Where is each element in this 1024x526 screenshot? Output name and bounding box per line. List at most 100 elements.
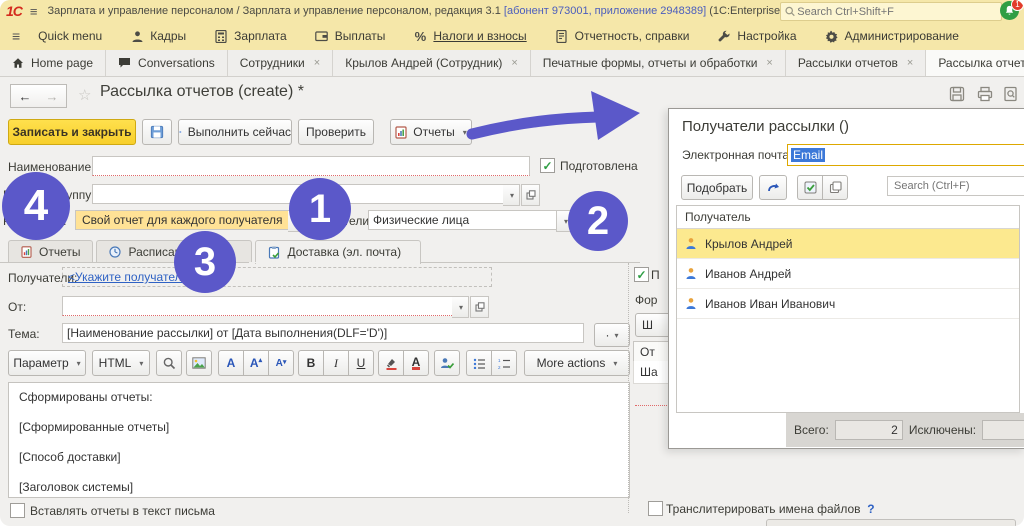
highlight-icon — [385, 357, 398, 370]
forward-button[interactable]: → — [38, 84, 67, 108]
save-button[interactable] — [142, 119, 172, 145]
app-title-product: (1С:Enterprise) — [709, 5, 784, 17]
recipient-row[interactable]: Крылов Андрей — [677, 229, 1019, 259]
numbered-list-button[interactable]: 12 — [491, 350, 517, 376]
check-button[interactable]: Проверить — [298, 119, 374, 145]
highlight-color-button[interactable] — [378, 350, 403, 376]
bullet-list-button[interactable] — [466, 350, 491, 376]
dialog-search[interactable] — [887, 176, 1024, 196]
font-decrease-button[interactable]: A▾ — [268, 350, 294, 376]
person-icon — [685, 237, 697, 250]
pick-button[interactable]: Подобрать — [681, 175, 753, 200]
email-input[interactable]: Email — [787, 144, 1024, 166]
parameter-menu-button[interactable]: Параметр▾ — [8, 350, 86, 376]
tab-rassylki-otchetov[interactable]: Рассылки отчетов× — [786, 50, 926, 76]
find-button[interactable] — [156, 350, 182, 376]
global-search[interactable] — [780, 2, 1002, 21]
search-icon — [785, 6, 795, 17]
name-field-input[interactable] — [92, 156, 530, 176]
menu-item-administrirovanie[interactable]: Администрирование — [825, 29, 959, 43]
group-choose-button[interactable] — [521, 184, 540, 206]
print-icon[interactable] — [976, 85, 994, 103]
prepared-checkbox[interactable]: ✓ — [540, 158, 555, 173]
tab-sotrudniki[interactable]: Сотрудники× — [228, 50, 333, 76]
group-dropdown-button[interactable]: ▾ — [503, 184, 520, 206]
italic-button[interactable]: I — [323, 350, 348, 376]
menu-item-zarplata[interactable]: Зарплата — [214, 29, 287, 43]
save-and-close-button[interactable]: Записать и закрыть — [8, 119, 136, 145]
menu-item-nastroika[interactable]: Настройка — [717, 29, 796, 43]
tab-home-page[interactable]: Home page — [0, 50, 106, 76]
tab-dostavka-email[interactable]: Доставка (эл. почта) — [255, 240, 421, 264]
menu-item-otchetnost[interactable]: Отчетность, справки — [555, 29, 690, 43]
menu-item-quick-menu[interactable]: Quick menu — [38, 29, 102, 43]
close-tab-icon[interactable]: × — [907, 57, 913, 69]
subject-field-input[interactable] — [62, 323, 584, 343]
menu-item-nalogi[interactable]: % Налоги и взносы — [413, 29, 526, 43]
tab-krylov-andrey[interactable]: Крылов Андрей (Сотрудник)× — [333, 50, 531, 76]
refresh-arrow-button[interactable] — [759, 175, 787, 200]
preview-icon[interactable] — [1002, 85, 1020, 103]
message-body-editor[interactable]: Сформированы отчеты: [Сформированные отч… — [8, 382, 630, 498]
run-now-button[interactable]: Выполнить сейчас — [178, 119, 292, 145]
recipients-type-value[interactable]: Физические лица — [368, 210, 558, 230]
total-label: Всего: — [794, 423, 829, 437]
sections-menu-icon[interactable]: ≡ — [12, 28, 20, 44]
body-line: [Дата выполнения(DLF='DD')] — [19, 495, 619, 498]
close-tab-icon[interactable]: × — [766, 57, 772, 69]
bold-button[interactable]: B — [298, 350, 323, 376]
recipient-column-header[interactable]: Получатель — [677, 206, 1019, 229]
from-field-input[interactable] — [62, 296, 454, 316]
excluded-label: Исключены: — [909, 423, 976, 437]
back-button[interactable]: ← — [10, 84, 40, 108]
insert-reports-checkbox[interactable] — [10, 503, 25, 518]
clear-flags-button[interactable] — [822, 175, 848, 200]
recipient-row[interactable]: Иванов Иван Иванович — [677, 289, 1019, 319]
help-icon[interactable]: ? — [867, 502, 874, 516]
recipients-dialog: Получатели рассылки () Электронная почта… — [668, 108, 1024, 449]
annotation-circle-3: 3 — [174, 231, 236, 293]
html-mode-button[interactable]: HTML▾ — [92, 350, 150, 376]
prepared-label: Подготовлена — [560, 159, 638, 173]
forward-icon: → — [46, 89, 59, 104]
menu-item-vyplaty[interactable]: Выплаты — [315, 29, 386, 43]
tab-otchety[interactable]: Отчеты — [8, 240, 93, 263]
check-spelling-button[interactable] — [434, 350, 460, 376]
body-line: [Заголовок системы] — [19, 480, 619, 495]
report-column-header-clipped: От — [633, 341, 669, 363]
font-button[interactable]: A — [218, 350, 243, 376]
tab-conversations[interactable]: Conversations — [106, 50, 228, 76]
dialog-search-input[interactable] — [892, 179, 1020, 193]
clipped-checkbox-label: П — [651, 268, 660, 282]
send-mode-value[interactable]: Свой отчет для каждого получателя — [75, 210, 289, 230]
font-increase-button[interactable]: A▴ — [243, 350, 268, 376]
from-choose-button[interactable] — [470, 296, 489, 318]
set-flags-button[interactable] — [797, 175, 822, 200]
favorite-star-icon[interactable]: ☆ — [78, 86, 91, 104]
underline-button[interactable]: U — [348, 350, 374, 376]
font-color-button[interactable]: A — [403, 350, 429, 376]
menu-item-kadry[interactable]: Кадры — [130, 29, 186, 43]
tab-pechatnye-formy[interactable]: Печатные формы, отчеты и обработки× — [531, 50, 786, 76]
reports-menu-button[interactable]: Отчеты▾ — [390, 119, 472, 145]
more-actions-button[interactable]: More actions▾ — [524, 350, 630, 376]
transliterate-checkbox[interactable] — [648, 501, 663, 516]
person-icon — [685, 267, 697, 280]
attach-reports-checkbox[interactable]: ✓ — [634, 267, 649, 282]
save-icon[interactable] — [948, 85, 966, 103]
annotation-circle-1: 1 — [289, 178, 351, 240]
main-menu-icon[interactable]: ≡ — [30, 4, 38, 19]
template-button-clipped[interactable]: Ш — [635, 313, 669, 337]
tab-rassylka-create[interactable]: Рассылка отчетов (create) *× — [926, 50, 1024, 76]
notifications-icon[interactable]: 1 — [1000, 1, 1019, 20]
subject-options-button[interactable]: ·▾ — [594, 323, 630, 347]
total-value — [835, 420, 903, 440]
recipients-list: Получатель Крылов Андрей Иванов Андрей И… — [676, 205, 1020, 413]
global-search-input[interactable] — [795, 5, 997, 19]
insert-image-button[interactable] — [186, 350, 212, 376]
from-dropdown-button[interactable]: ▾ — [452, 296, 469, 318]
close-tab-icon[interactable]: × — [314, 57, 320, 69]
recipient-row[interactable]: Иванов Андрей — [677, 259, 1019, 289]
close-tab-icon[interactable]: × — [511, 57, 517, 69]
app-window: 1С ≡ Зарплата и управление персоналом / … — [0, 0, 1024, 526]
